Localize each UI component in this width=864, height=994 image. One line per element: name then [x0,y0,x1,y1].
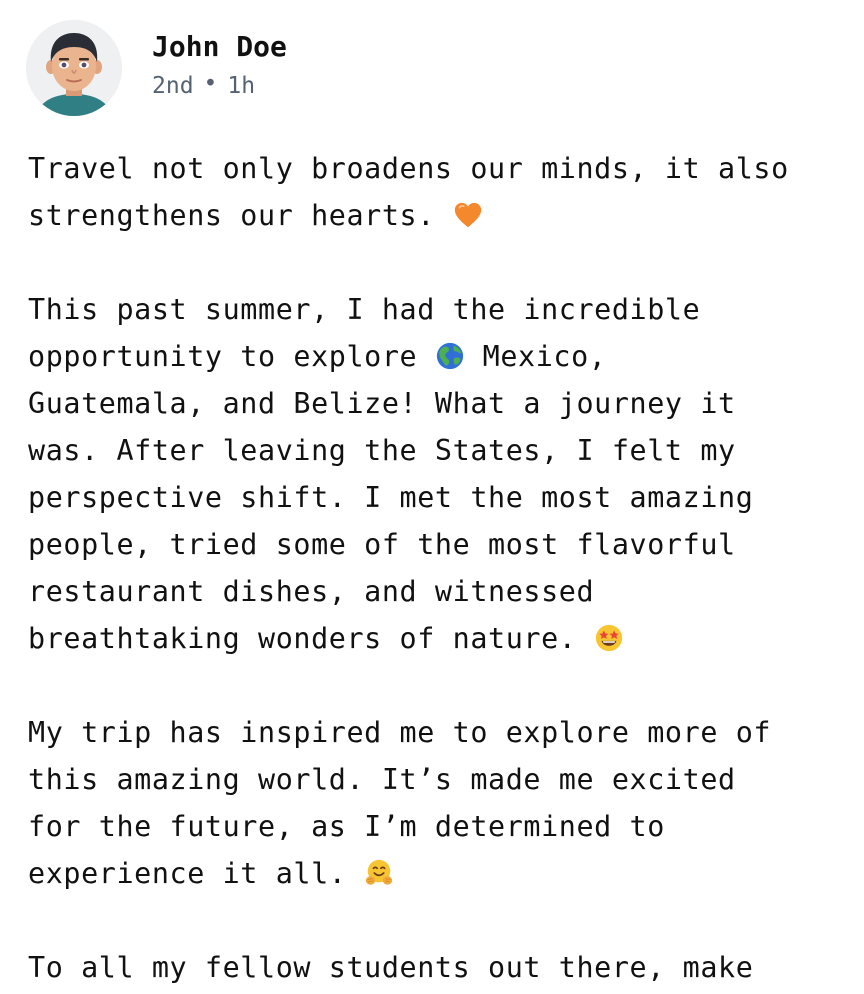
post-text: Guatemala, and Belize! What a journey it [28,387,736,420]
post-paragraph: To all my fellow students out there, mak… [28,944,858,991]
post-text: this amazing world. It’s made me excited [28,763,736,796]
orange-heart-icon [454,202,481,228]
author-info: John Doe 2nd • 1h [152,30,287,100]
hugging-face-icon [366,859,393,885]
star-struck-icon [596,624,623,652]
post-text-line: To all my fellow students out there, mak… [28,944,858,991]
post-text: opportunity to explore [28,340,435,373]
post-text: people, tried some of the most flavorful [28,528,736,561]
post-text: for the future, as I’m determined to [28,810,665,843]
post-text: restaurant dishes, and witnessed [28,575,595,608]
post-text: perspective shift. I met the most amazin… [28,481,754,514]
post-paragraph: Travel not only broadens our minds, it a… [28,145,858,239]
post-text-line: experience it all. [28,850,858,897]
post-meta: 2nd • 1h [152,71,287,100]
post-text: was. After leaving the States, I felt my [28,434,736,467]
man-avatar-icon [26,20,122,116]
post-text-line: perspective shift. I met the most amazin… [28,474,858,521]
author-avatar[interactable] [26,20,122,116]
post-text: To all my fellow students out there, mak… [28,951,754,984]
post-header: John Doe 2nd • 1h [26,20,287,116]
post-text-line: restaurant dishes, and witnessed [28,568,858,615]
post-text-line: for the future, as I’m determined to [28,803,858,850]
post-text-line: breathtaking wonders of nature. [28,615,858,662]
post-text-line: My trip has inspired me to explore more … [28,709,858,756]
post-text: My trip has inspired me to explore more … [28,716,772,749]
post-paragraph: My trip has inspired me to explore more … [28,709,858,897]
post-text: experience it all. [28,857,365,890]
post-text-line: strengthens our hearts. [28,192,858,239]
post-text-line: people, tried some of the most flavorful [28,521,858,568]
post-paragraph: This past summer, I had the incredible op… [28,286,858,662]
post-text-line: This past summer, I had the incredible [28,286,858,333]
post-text-line: opportunity to explore Mexico, [28,333,858,380]
post-time: 1h [227,73,256,99]
post-text: breathtaking wonders of nature. [28,622,595,655]
post-text: Mexico, [464,340,607,373]
post-text-line: was. After leaving the States, I felt my [28,427,858,474]
post-text-line: Guatemala, and Belize! What a journey it [28,380,858,427]
connection-degree: 2nd [152,73,194,99]
post-text: This past summer, I had the incredible [28,293,701,326]
globe-americas-icon [436,342,464,370]
meta-separator: • [203,71,218,97]
post-text: Travel not only broadens our minds, it a… [28,152,789,185]
post-card: John Doe 2nd • 1h Travel not only broadens… [0,0,864,994]
post-body: Travel not only broadens our minds, it a… [28,145,858,994]
post-text: strengthens our hearts. [28,199,453,232]
post-text-line: Travel not only broadens our minds, it a… [28,145,858,192]
author-name[interactable]: John Doe [152,30,287,64]
post-text-line: this amazing world. It’s made me excited [28,756,858,803]
